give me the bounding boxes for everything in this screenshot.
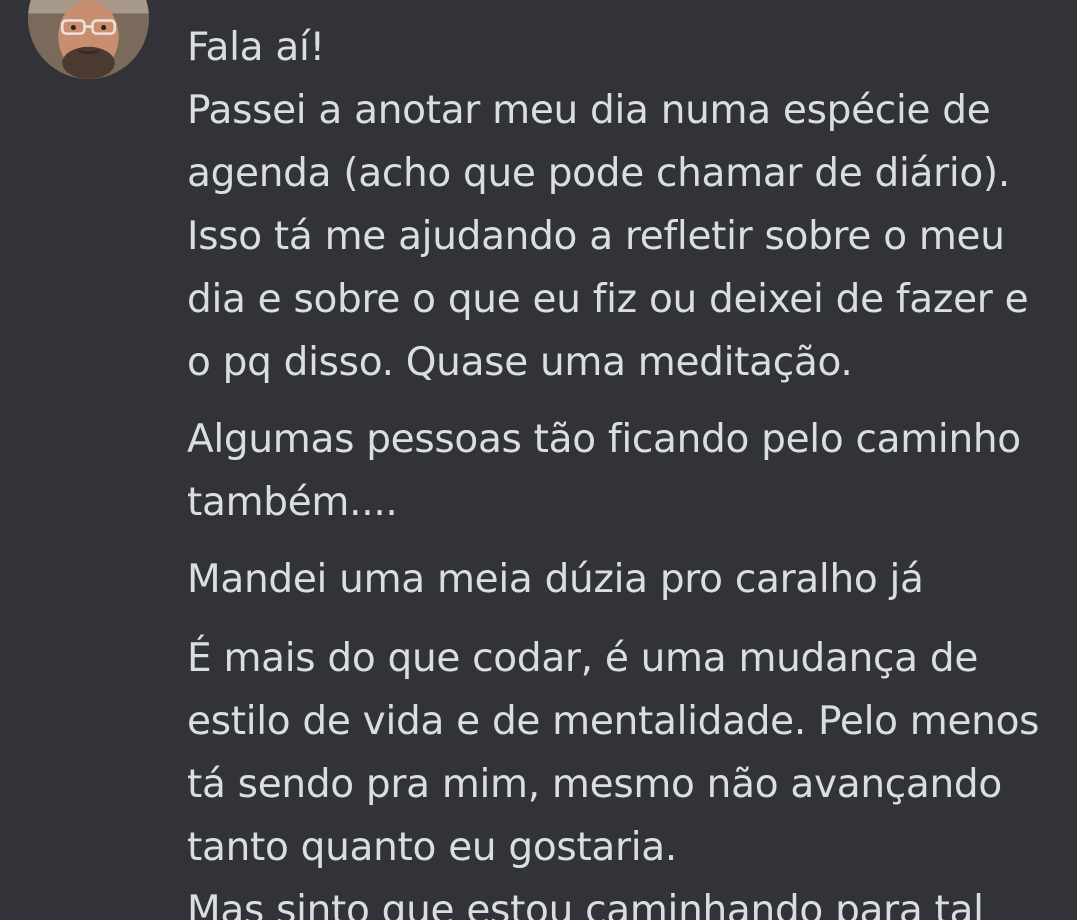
message-line: tá sendo pra mim, mesmo não avançando	[187, 762, 1002, 807]
avatar-photo-icon	[28, 0, 149, 79]
message-line: tanto quanto eu gostaria.	[187, 825, 677, 870]
message-line: Mandei uma meia dúzia pro caralho já	[187, 557, 924, 602]
message-3: Algumas pessoas tão ficando pelo caminho…	[187, 408, 1021, 534]
message-5: É mais do que codar, é uma mudança de es…	[187, 627, 1039, 920]
message-line: Mas sinto que estou caminhando para tal	[187, 888, 984, 920]
message-4: Mandei uma meia dúzia pro caralho já	[187, 548, 924, 611]
message-line: Passei a anotar meu dia numa espécie de	[187, 88, 991, 133]
message-line: Isso tá me ajudando a refletir sobre o m…	[187, 214, 1005, 259]
message-line: dia e sobre o que eu fiz ou deixei de fa…	[187, 277, 1029, 322]
message-line: É mais do que codar, é uma mudança de	[187, 636, 979, 681]
message-line: Algumas pessoas tão ficando pelo caminho	[187, 417, 1021, 462]
user-avatar[interactable]	[28, 0, 149, 79]
message-line: estilo de vida e de mentalidade. Pelo me…	[187, 699, 1040, 744]
message-line: Fala aí!	[187, 25, 325, 70]
message-2: Passei a anotar meu dia numa espécie de …	[187, 79, 1029, 394]
message-line: também....	[187, 480, 398, 525]
message-line: agenda (acho que pode chamar de diário).	[187, 151, 1010, 196]
message-line: o pq disso. Quase uma meditação.	[187, 340, 853, 385]
message-1: Fala aí!	[187, 16, 325, 79]
